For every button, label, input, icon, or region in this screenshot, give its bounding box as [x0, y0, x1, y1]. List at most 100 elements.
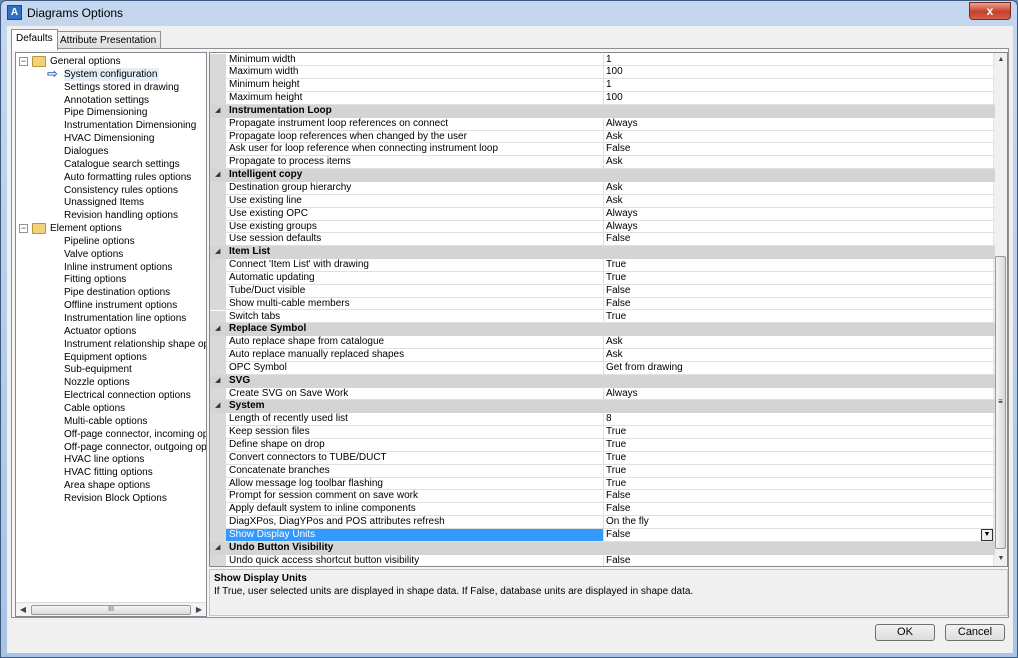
property-value[interactable]: False	[604, 555, 995, 566]
property-row[interactable]: Undo quick access shortcut button visibi…	[210, 554, 995, 566]
tree-item[interactable]: HVAC Dimensioning	[64, 132, 154, 145]
tree-item[interactable]: Valve options	[64, 248, 123, 261]
property-value[interactable]: Ask	[604, 336, 995, 350]
property-row[interactable]: Use existing OPC Always	[210, 207, 995, 221]
tree-item[interactable]: Off-page connector, incoming options	[64, 428, 206, 441]
property-row[interactable]: Propagate loop references when changed b…	[210, 130, 995, 144]
tree-item[interactable]: Pipe destination options	[64, 286, 170, 299]
property-value[interactable]: Always	[604, 118, 995, 131]
property-value[interactable]: False	[604, 503, 995, 517]
property-value[interactable]: False	[604, 298, 995, 311]
scroll-right-icon[interactable]: ▶	[192, 603, 206, 616]
collapse-triangle-icon[interactable]: ◢	[215, 105, 220, 117]
property-value[interactable]: True	[604, 465, 995, 478]
property-value[interactable]: On the fly	[604, 516, 995, 529]
tree-item[interactable]: ⇨ System configuration	[16, 67, 160, 81]
property-grid[interactable]: ▲ ≡ ▼ Minimum width 1 Maximum width 100 Mini…	[209, 52, 1008, 567]
property-row[interactable]: Auto replace shape from catalogue Ask	[210, 336, 995, 350]
tree-item[interactable]: Sub-equipment	[64, 363, 132, 376]
tree-item[interactable]: Instrument relationship shape options	[64, 338, 206, 351]
tree-horizontal-scrollbar[interactable]: ◀ III ▶	[16, 602, 206, 616]
property-value[interactable]: Always	[604, 208, 995, 221]
ok-button[interactable]: OK	[875, 624, 935, 641]
property-value[interactable]: Always	[604, 388, 995, 401]
cancel-button[interactable]: Cancel	[945, 624, 1005, 641]
grid-scroll-thumb[interactable]: ≡	[995, 256, 1006, 549]
scroll-down-icon[interactable]: ▼	[994, 552, 1007, 566]
tree-item[interactable]: Actuator options	[64, 325, 136, 338]
property-row[interactable]: Show Display Units False ▼	[210, 528, 995, 542]
property-value[interactable]: True	[604, 426, 995, 439]
property-row[interactable]: Use session defaults False	[210, 233, 995, 247]
property-value[interactable]: True	[604, 452, 995, 465]
collapse-triangle-icon[interactable]: ◢	[215, 246, 220, 258]
tree-item[interactable]: Catalogue search settings	[64, 158, 180, 171]
tree-item[interactable]: HVAC line options	[64, 453, 144, 466]
collapse-triangle-icon[interactable]: ◢	[215, 375, 220, 387]
tree-item[interactable]: Cable options	[64, 402, 125, 415]
tree-item[interactable]: Consistency rules options	[64, 184, 178, 197]
category-header[interactable]: ◢ Item List	[210, 246, 995, 260]
property-row[interactable]: Define shape on drop True	[210, 439, 995, 452]
property-row[interactable]: Use existing groups Always	[210, 220, 995, 234]
options-tree[interactable]: ◀ III ▶ − General options ⇨ System configur…	[15, 52, 207, 617]
property-value[interactable]: Always	[604, 221, 995, 234]
property-value[interactable]: 100	[604, 66, 995, 80]
collapse-icon[interactable]: −	[19, 224, 28, 234]
tree-item[interactable]: Area shape options	[64, 479, 150, 492]
property-value[interactable]: Ask	[604, 182, 995, 195]
property-row[interactable]: Switch tabs True	[210, 310, 995, 324]
property-row[interactable]: Minimum height 1	[210, 79, 995, 93]
tree-item[interactable]: Dialogues	[64, 145, 108, 158]
tree-item[interactable]: Settings stored in drawing	[64, 81, 179, 94]
collapse-triangle-icon[interactable]: ◢	[215, 169, 220, 181]
property-row[interactable]: Automatic updating True	[210, 271, 995, 285]
property-value[interactable]: Ask	[604, 349, 995, 362]
property-value[interactable]: False	[604, 143, 995, 157]
property-value[interactable]: Ask	[604, 131, 995, 144]
property-row[interactable]: Maximum height 100	[210, 92, 995, 105]
tree-item[interactable]: Pipe Dimensioning	[64, 106, 147, 119]
property-value[interactable]: 8	[604, 413, 995, 427]
property-value[interactable]: False	[604, 490, 995, 504]
collapse-triangle-icon[interactable]: ◢	[215, 542, 220, 554]
property-row[interactable]: Create SVG on Save Work Always	[210, 387, 995, 401]
property-value[interactable]: Ask	[604, 195, 995, 208]
dropdown-arrow-icon[interactable]: ▼	[981, 528, 993, 541]
property-row[interactable]: Apply default system to inline component…	[210, 503, 995, 517]
property-row[interactable]: Show multi-cable members False	[210, 297, 995, 311]
close-button[interactable]: x	[969, 2, 1011, 20]
tree-item[interactable]: Nozzle options	[64, 376, 130, 389]
tree-item[interactable]: Instrumentation line options	[64, 312, 186, 325]
tree-item[interactable]: Annotation settings	[64, 94, 149, 107]
tree-item[interactable]: Instrumentation Dimensioning	[64, 119, 196, 132]
property-value[interactable]: True	[604, 439, 995, 452]
tree-item[interactable]: Equipment options	[64, 351, 147, 364]
tree-item[interactable]: Off-page connector, outgoing options	[64, 441, 206, 454]
property-row[interactable]: Prompt for session comment on save work F…	[210, 490, 995, 504]
scroll-up-icon[interactable]: ▲	[994, 53, 1007, 67]
property-row[interactable]: Auto replace manually replaced shapes Ask	[210, 349, 995, 362]
collapse-triangle-icon[interactable]: ◢	[215, 400, 220, 412]
property-value[interactable]: False	[604, 285, 995, 298]
tree-group[interactable]: − General options	[16, 55, 206, 68]
category-header[interactable]: ◢ Intelligent copy	[210, 169, 995, 182]
property-value[interactable]: True	[604, 311, 995, 324]
property-row[interactable]: Length of recently used list 8	[210, 413, 995, 427]
category-header[interactable]: ◢ System	[210, 400, 995, 414]
tree-item[interactable]: Revision Block Options	[64, 492, 167, 505]
property-row[interactable]: Ask user for loop reference when connect…	[210, 143, 995, 157]
property-row[interactable]: Concatenate branches True	[210, 464, 995, 478]
tree-scroll-thumb[interactable]: III	[31, 605, 191, 615]
property-value[interactable]: Get from drawing	[604, 362, 995, 375]
property-row[interactable]: Tube/Duct visible False	[210, 284, 995, 298]
tab-attribute-presentation[interactable]: Attribute Presentation	[55, 31, 162, 49]
property-row[interactable]: DiagXPos, DiagYPos and POS attributes re…	[210, 516, 995, 529]
tree-item[interactable]: Auto formatting rules options	[64, 171, 191, 184]
category-header[interactable]: ◢ Replace Symbol	[210, 323, 995, 337]
tree-item[interactable]: Offline instrument options	[64, 299, 177, 312]
property-value[interactable]: 1	[604, 54, 995, 67]
property-row[interactable]: Destination group hierarchy Ask	[210, 182, 995, 195]
tree-item[interactable]: Electrical connection options	[64, 389, 191, 402]
property-value[interactable]: True	[604, 272, 995, 285]
